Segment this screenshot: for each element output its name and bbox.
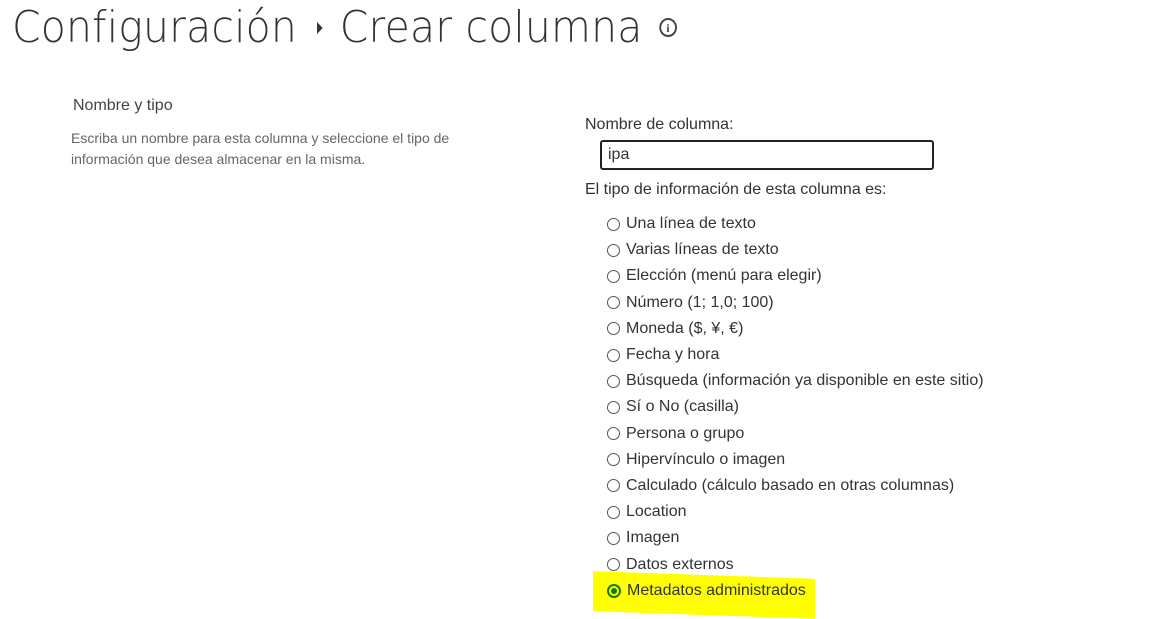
column-type-option[interactable]: Búsqueda (información ya disponible en e… <box>607 368 984 394</box>
column-type-option[interactable]: Moneda ($, ¥, €) <box>607 316 984 342</box>
column-type-option[interactable]: Metadatos administrados <box>607 578 984 604</box>
column-type-option[interactable]: Sí o No (casilla) <box>607 394 984 420</box>
column-type-option-label: Varias líneas de texto <box>626 241 779 259</box>
column-type-option[interactable]: Número (1; 1,0; 100) <box>607 290 984 316</box>
radio-unchecked-icon[interactable] <box>607 269 620 283</box>
column-type-option-label: Sí o No (casilla) <box>626 398 739 416</box>
column-type-option[interactable]: Hipervínculo o imagen <box>607 447 984 473</box>
radio-unchecked-icon[interactable] <box>607 243 620 257</box>
column-type-option-label: Elección (menú para elegir) <box>626 267 822 285</box>
column-type-option[interactable]: Fecha y hora <box>607 342 984 368</box>
radio-checked-icon[interactable] <box>607 583 621 598</box>
column-type-option-label: Metadatos administrados <box>627 581 806 599</box>
column-type-option[interactable]: Location <box>607 499 984 525</box>
column-type-option[interactable]: Imagen <box>607 525 984 551</box>
radio-unchecked-icon[interactable] <box>607 479 620 493</box>
section-title: Nombre y tipo <box>73 97 173 114</box>
column-type-option-label: Location <box>626 503 687 521</box>
radio-unchecked-icon[interactable] <box>607 348 620 362</box>
column-type-option[interactable]: Varias líneas de texto <box>607 237 984 263</box>
column-name-input[interactable] <box>600 140 934 170</box>
column-type-option-label: Calculado (cálculo basado en otras colum… <box>626 476 955 494</box>
column-type-option[interactable]: Datos externos <box>607 551 984 577</box>
info-icon[interactable]: i <box>659 18 677 37</box>
column-type-radio-group: Una línea de texto Varias líneas de texto… <box>607 211 984 604</box>
column-type-option-label: Moneda ($, ¥, €) <box>626 319 744 337</box>
radio-unchecked-icon[interactable] <box>607 374 620 388</box>
radio-unchecked-icon[interactable] <box>607 427 620 441</box>
breadcrumb-settings[interactable]: Configuración <box>12 2 297 53</box>
column-type-option-label: Número (1; 1,0; 100) <box>626 293 774 311</box>
radio-unchecked-icon[interactable] <box>607 453 620 467</box>
column-type-label: El tipo de información de esta columna e… <box>585 181 887 198</box>
radio-unchecked-icon[interactable] <box>607 217 620 231</box>
column-type-option-label: Persona o grupo <box>626 424 745 442</box>
column-type-option[interactable]: Una línea de texto <box>607 211 984 237</box>
page-title: Configuración Crear columna i <box>12 2 677 53</box>
column-type-option[interactable]: Elección (menú para elegir) <box>607 263 984 289</box>
radio-unchecked-icon[interactable] <box>607 296 620 310</box>
column-type-option[interactable]: Persona o grupo <box>607 421 984 447</box>
page-heading: Crear columna <box>339 2 643 53</box>
column-type-option[interactable]: Calculado (cálculo basado en otras colum… <box>607 473 984 499</box>
section-description: Escriba un nombre para esta columna y se… <box>71 130 450 167</box>
radio-unchecked-icon[interactable] <box>607 531 620 545</box>
column-type-option-label: Datos externos <box>626 555 734 573</box>
column-type-option-label: Búsqueda (información ya disponible en e… <box>626 372 984 390</box>
column-type-option-label: Hipervínculo o imagen <box>626 450 786 468</box>
column-type-option-label: Imagen <box>626 529 680 547</box>
radio-unchecked-icon[interactable] <box>607 505 620 519</box>
radio-unchecked-icon[interactable] <box>607 558 620 572</box>
column-type-option-label: Fecha y hora <box>626 346 720 364</box>
column-name-label: Nombre de columna: <box>585 116 734 133</box>
column-type-option-label: Una línea de texto <box>626 215 756 233</box>
breadcrumb-separator-icon <box>317 21 324 34</box>
radio-unchecked-icon[interactable] <box>607 400 620 414</box>
radio-unchecked-icon[interactable] <box>607 322 620 336</box>
